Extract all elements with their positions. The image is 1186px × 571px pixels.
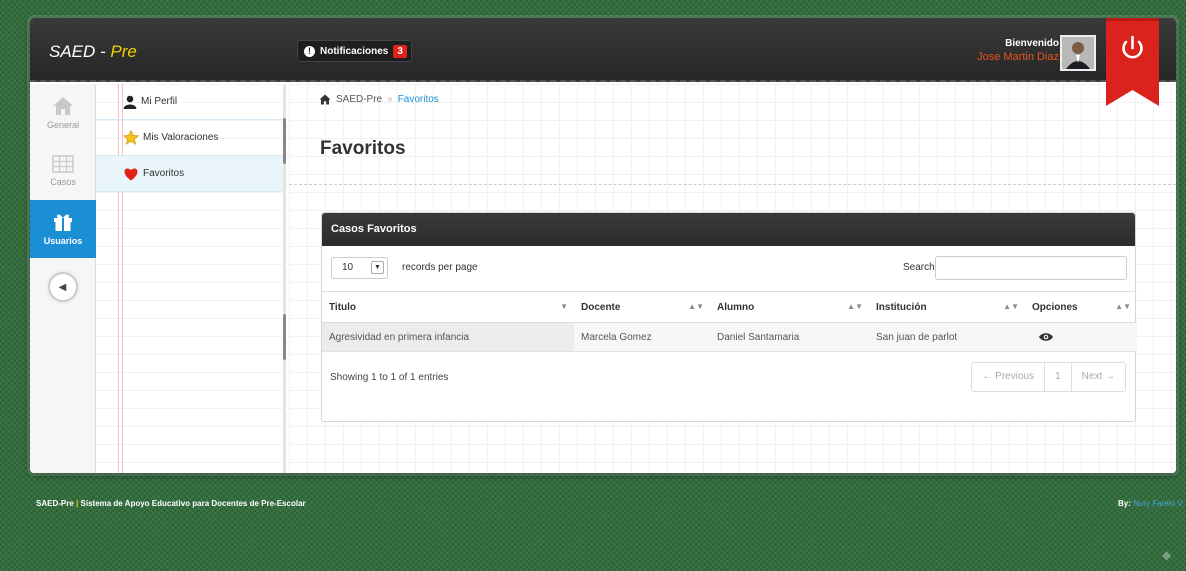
breadcrumb: SAED-Pre » Favoritos <box>319 94 439 105</box>
collapse-sidebar-button[interactable]: ◀ <box>47 272 78 302</box>
main-content: SAED-Pre » Favoritos Favoritos Casos Fav… <box>289 84 1176 473</box>
footer-description: Sistema de Apoyo Educativo para Docentes… <box>80 499 306 508</box>
cell-opciones <box>1025 322 1137 352</box>
chevron-down-icon: ▼ <box>371 261 384 274</box>
byline-label: By: <box>1118 499 1131 508</box>
sort-icon: ▲▼ <box>847 302 863 311</box>
column-header-label: Alumno <box>717 301 755 313</box>
sort-icon: ▲▼ <box>1115 302 1131 311</box>
welcome-greeting: Bienvenido <box>1005 38 1059 49</box>
subnav-item-mi-perfil[interactable]: Mi Perfil <box>96 84 283 120</box>
column-header-titulo[interactable]: Titulo ▼ <box>322 291 574 323</box>
notifications-button[interactable]: ! Notificaciones 3 <box>297 40 412 62</box>
user-welcome: Bienvenido Jose Martin Diaz <box>977 38 1059 63</box>
power-icon <box>1106 18 1159 106</box>
sort-icon: ▲▼ <box>688 302 704 311</box>
top-bar: SAED - Pre ! Notificaciones 3 Bienvenido… <box>30 18 1176 82</box>
eye-icon[interactable] <box>1038 332 1054 342</box>
column-header-label: Titulo <box>329 301 357 313</box>
user-icon <box>123 95 137 109</box>
breadcrumb-home-link[interactable]: SAED-Pre <box>336 94 382 105</box>
resize-corner-icon: ◆ <box>1162 548 1172 562</box>
user-photo-icon <box>1062 37 1094 69</box>
sidebar-item-usuarios[interactable]: Usuarios <box>30 200 96 258</box>
table-header-row: Titulo ▼ Docente ▲▼ Alumno ▲▼ Institució… <box>322 291 1137 323</box>
byline-author-link[interactable]: Nury Farelo V. <box>1133 499 1184 508</box>
resize-handle-top[interactable] <box>283 118 286 164</box>
sort-icon: ▲▼ <box>1003 302 1019 311</box>
sidebar-item-casos[interactable]: Casos <box>30 142 96 200</box>
main-sidebar: General Casos Usuarios ◀ <box>30 84 96 473</box>
cell-titulo: Agresividad en primera infancia <box>322 322 574 352</box>
breadcrumb-separator: » <box>387 94 393 105</box>
records-per-page-value: 10 <box>342 262 354 273</box>
column-header-institucion[interactable]: Institución ▲▼ <box>869 291 1025 323</box>
notifications-label: Notificaciones <box>320 45 389 57</box>
records-per-page-label: records per page <box>402 262 478 273</box>
footer-separator: | <box>76 499 79 508</box>
sidebar-item-label: Casos <box>50 177 76 187</box>
favorites-table: Titulo ▼ Docente ▲▼ Alumno ▲▼ Institució… <box>322 291 1137 352</box>
footer-byline: By: Nury Farelo V. <box>1118 499 1184 508</box>
table-row: Agresividad en primera infancia Marcela … <box>322 322 1137 352</box>
panel-title: Casos Favoritos <box>322 213 1135 246</box>
alert-icon: ! <box>304 45 315 57</box>
subnav-item-label: Mi Perfil <box>141 96 178 107</box>
cell-docente: Marcela Gomez <box>574 322 710 352</box>
entries-info: Showing 1 to 1 of 1 entries <box>330 372 449 383</box>
sort-desc-icon: ▼ <box>560 302 568 311</box>
search-input[interactable] <box>935 256 1127 280</box>
sidebar-item-label: General <box>46 120 80 130</box>
subnav-item-label: Favoritos <box>143 168 185 179</box>
previous-page-button[interactable]: ← Previous <box>972 363 1046 391</box>
column-header-label: Opciones <box>1032 301 1078 313</box>
brand-separator: - <box>95 42 111 61</box>
column-header-opciones[interactable]: Opciones ▲▼ <box>1025 291 1137 323</box>
home-icon <box>53 97 73 115</box>
grid-icon <box>52 155 74 173</box>
subnav-item-label: Mis Valoraciones <box>143 132 219 143</box>
star-icon <box>123 130 139 145</box>
cell-institucion: San juan de parlot <box>869 322 1025 352</box>
user-name[interactable]: Jose Martin Diaz <box>977 51 1059 63</box>
sidebar-item-label: Usuarios <box>43 236 83 246</box>
table-controls: 10 ▼ records per page Search: <box>322 246 1135 291</box>
brand-name: SAED <box>49 42 96 61</box>
avatar[interactable] <box>1060 35 1096 71</box>
favorites-panel: Casos Favoritos 10 ▼ records per page Se… <box>321 212 1137 422</box>
app-window: SAED - Pre ! Notificaciones 3 Bienvenido… <box>30 18 1176 473</box>
sidebar-item-general[interactable]: General <box>30 84 96 142</box>
home-icon <box>319 94 331 105</box>
title-divider <box>289 184 1176 185</box>
next-page-button[interactable]: Next → <box>1072 363 1125 391</box>
cell-alumno: Daniel Santamaria <box>710 322 869 352</box>
resize-handle-bottom[interactable] <box>283 314 286 360</box>
column-header-label: Docente <box>581 301 621 313</box>
subnav-item-favoritos[interactable]: Favoritos <box>96 156 283 192</box>
sub-navigation: Mi Perfil Mis Valoraciones Favoritos <box>96 84 286 473</box>
brand-accent: Pre <box>110 42 137 61</box>
chevron-left-icon: ◀ <box>58 281 67 293</box>
breadcrumb-current[interactable]: Favoritos <box>398 94 439 105</box>
footer-app-name: SAED-Pre <box>36 499 74 508</box>
heart-icon <box>124 167 138 180</box>
search-label: Search: <box>903 262 938 273</box>
page-1-button[interactable]: 1 <box>1045 363 1072 391</box>
records-per-page-select[interactable]: 10 ▼ <box>331 257 388 279</box>
brand-logo[interactable]: SAED - Pre <box>49 42 137 62</box>
column-header-docente[interactable]: Docente ▲▼ <box>574 291 710 323</box>
column-header-alumno[interactable]: Alumno ▲▼ <box>710 291 869 323</box>
pagination: ← Previous 1 Next → <box>971 362 1126 392</box>
logout-ribbon-button[interactable] <box>1106 18 1159 106</box>
page-footer: SAED-Pre | Sistema de Apoyo Educativo pa… <box>36 499 306 508</box>
notifications-count-badge: 3 <box>393 44 407 58</box>
table-footer: Showing 1 to 1 of 1 entries ← Previous 1… <box>322 352 1135 402</box>
subnav-item-mis-valoraciones[interactable]: Mis Valoraciones <box>96 120 283 156</box>
gift-icon <box>54 214 72 231</box>
page-title: Favoritos <box>320 138 406 159</box>
column-header-label: Institución <box>876 301 927 313</box>
